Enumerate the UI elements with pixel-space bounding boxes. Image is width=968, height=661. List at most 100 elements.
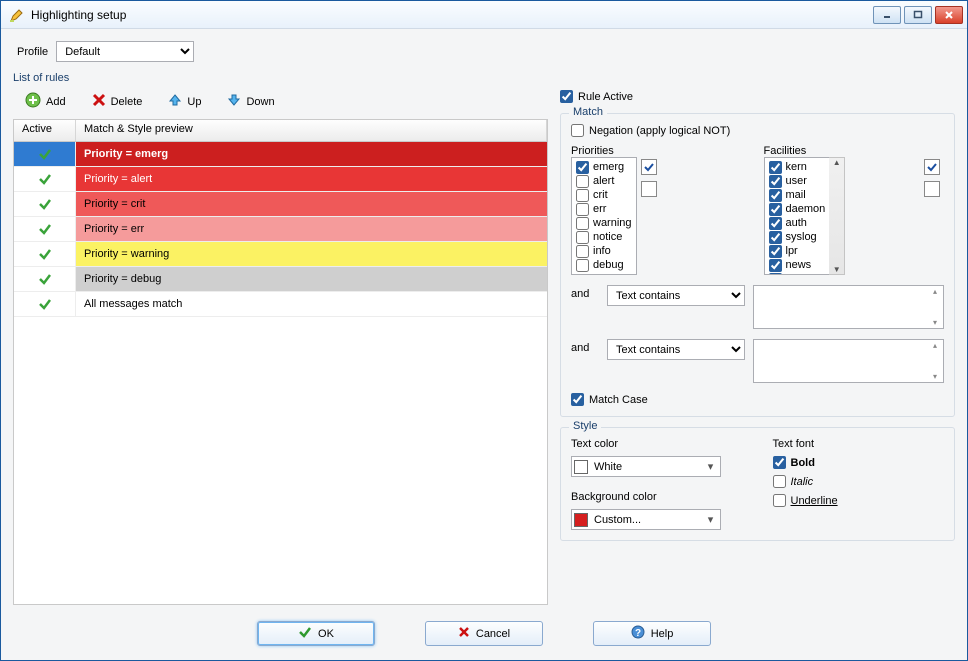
list-item[interactable]: user: [769, 174, 826, 188]
list-item[interactable]: uucp: [769, 272, 826, 275]
list-item-checkbox[interactable]: [769, 259, 782, 272]
list-item[interactable]: warning: [576, 216, 632, 230]
match-case-checkbox[interactable]: [571, 393, 584, 406]
row-preview-cell: Priority = alert: [76, 167, 547, 191]
facilities-side: [924, 157, 944, 275]
list-item-checkbox[interactable]: [769, 203, 782, 216]
window-title: Highlighting setup: [31, 8, 873, 22]
list-item[interactable]: mail: [769, 188, 826, 202]
list-item-checkbox[interactable]: [769, 245, 782, 258]
col-preview[interactable]: Match & Style preview: [76, 120, 547, 141]
rules-pane: List of rules Add Delete Up: [13, 72, 548, 605]
list-item[interactable]: crit: [576, 188, 632, 202]
list-item[interactable]: info: [576, 244, 632, 258]
list-item-checkbox[interactable]: [769, 161, 782, 174]
list-item-checkbox[interactable]: [769, 175, 782, 188]
list-item[interactable]: lpr: [769, 244, 826, 258]
list-item-checkbox[interactable]: [769, 231, 782, 244]
style-group: Style Text color White ▾ Background colo…: [560, 427, 955, 541]
row-active-cell[interactable]: [14, 267, 76, 291]
italic-label[interactable]: Italic: [791, 476, 814, 488]
table-row[interactable]: All messages match: [14, 292, 547, 317]
facilities-list[interactable]: kernusermaildaemonauthsysloglprnewsuucp: [764, 157, 830, 275]
list-item-checkbox[interactable]: [576, 161, 589, 174]
list-item-checkbox[interactable]: [769, 189, 782, 202]
list-item[interactable]: news: [769, 258, 826, 272]
priorities-list[interactable]: emergalertcriterrwarningnoticeinfodebug: [571, 157, 637, 275]
list-item[interactable]: err: [576, 202, 632, 216]
list-item-checkbox[interactable]: [769, 273, 782, 276]
list-item[interactable]: kern: [769, 160, 826, 174]
delete-button[interactable]: Delete: [92, 93, 143, 110]
list-item[interactable]: alert: [576, 174, 632, 188]
add-button[interactable]: Add: [25, 92, 66, 111]
profile-select[interactable]: Default: [56, 41, 194, 62]
priorities-uncheck-all[interactable]: [641, 181, 657, 197]
table-row[interactable]: Priority = warning: [14, 242, 547, 267]
chevron-down-icon: ▾: [703, 460, 718, 473]
down-button[interactable]: Down: [227, 93, 274, 110]
and1-text-input[interactable]: ▴▾: [753, 285, 944, 329]
list-item-checkbox[interactable]: [576, 231, 589, 244]
facilities-check-all[interactable]: [924, 159, 940, 175]
list-item-checkbox[interactable]: [576, 175, 589, 188]
ok-button[interactable]: OK: [257, 621, 375, 646]
underline-checkbox[interactable]: [773, 494, 786, 507]
bg-color-select[interactable]: Custom... ▾: [571, 509, 721, 530]
list-item[interactable]: emerg: [576, 160, 632, 174]
row-preview-cell: All messages match: [76, 292, 547, 316]
list-item[interactable]: daemon: [769, 202, 826, 216]
table-row[interactable]: Priority = alert: [14, 167, 547, 192]
row-active-cell[interactable]: [14, 192, 76, 216]
list-item[interactable]: auth: [769, 216, 826, 230]
negation-label[interactable]: Negation (apply logical NOT): [589, 125, 730, 137]
and2-mode-select[interactable]: Text contains: [607, 339, 745, 360]
list-item-checkbox[interactable]: [769, 217, 782, 230]
list-item[interactable]: debug: [576, 258, 632, 272]
help-button[interactable]: ? Help: [593, 621, 711, 646]
list-item-checkbox[interactable]: [576, 203, 589, 216]
rule-active-checkbox[interactable]: [560, 90, 573, 103]
table-row[interactable]: Priority = crit: [14, 192, 547, 217]
and1-mode-select[interactable]: Text contains: [607, 285, 745, 306]
list-item-checkbox[interactable]: [576, 217, 589, 230]
match-case-label[interactable]: Match Case: [589, 394, 648, 406]
arrow-up-icon: [168, 93, 182, 110]
maximize-button[interactable]: [904, 6, 932, 24]
row-active-cell[interactable]: [14, 167, 76, 191]
client-area: Profile Default List of rules Add Delete: [1, 29, 967, 660]
minimize-button[interactable]: [873, 6, 901, 24]
and-row-1: and Text contains ▴▾: [571, 285, 944, 329]
list-item-checkbox[interactable]: [576, 259, 589, 272]
rules-grid: Active Match & Style preview Priority = …: [13, 119, 548, 605]
up-button[interactable]: Up: [168, 93, 201, 110]
text-color-select[interactable]: White ▾: [571, 456, 721, 477]
priorities-check-all[interactable]: [641, 159, 657, 175]
bold-checkbox[interactable]: [773, 456, 786, 469]
list-item-checkbox[interactable]: [576, 245, 589, 258]
list-item[interactable]: notice: [576, 230, 632, 244]
and2-text-input[interactable]: ▴▾: [753, 339, 944, 383]
rule-active-label[interactable]: Rule Active: [578, 91, 633, 103]
list-item-checkbox[interactable]: [576, 189, 589, 202]
row-active-cell[interactable]: [14, 217, 76, 241]
facilities-uncheck-all[interactable]: [924, 181, 940, 197]
col-active[interactable]: Active: [14, 120, 76, 141]
underline-label[interactable]: Underline: [791, 495, 838, 507]
row-active-cell[interactable]: [14, 292, 76, 316]
table-row[interactable]: Priority = debug: [14, 267, 547, 292]
row-preview-cell: Priority = debug: [76, 267, 547, 291]
list-item[interactable]: syslog: [769, 230, 826, 244]
table-row[interactable]: Priority = emerg: [14, 142, 547, 167]
facilities-scrollbar[interactable]: ▲▼: [829, 157, 845, 275]
and1-label: and: [571, 285, 599, 300]
row-active-cell[interactable]: [14, 142, 76, 166]
italic-checkbox[interactable]: [773, 475, 786, 488]
row-active-cell[interactable]: [14, 242, 76, 266]
table-row[interactable]: Priority = err: [14, 217, 547, 242]
negation-checkbox[interactable]: [571, 124, 584, 137]
bold-label[interactable]: Bold: [791, 457, 815, 469]
close-button[interactable]: [935, 6, 963, 24]
cancel-button[interactable]: Cancel: [425, 621, 543, 646]
rules-label: List of rules: [13, 72, 548, 84]
